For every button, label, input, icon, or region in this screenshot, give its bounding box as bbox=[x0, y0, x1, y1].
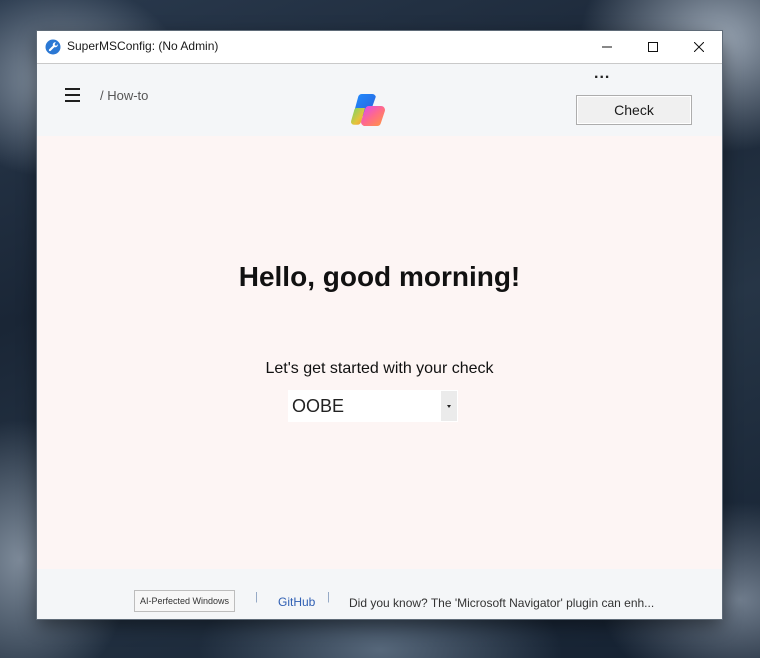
minimize-icon bbox=[602, 46, 612, 48]
header-bar: / How-to ... Check bbox=[37, 64, 722, 136]
check-mode-dropdown[interactable]: OOBE bbox=[288, 390, 458, 422]
window-title: SuperMSConfig: (No Admin) bbox=[67, 39, 219, 53]
footer-separator: | bbox=[327, 591, 330, 603]
copilot-logo-icon bbox=[350, 94, 385, 126]
chevron-down-icon bbox=[447, 405, 451, 408]
main-content: Hello, good morning! Let's get started w… bbox=[37, 136, 722, 569]
footer-bar: AI-Perfected Windows | GitHub | Did you … bbox=[37, 569, 722, 619]
greeting-heading: Hello, good morning! bbox=[238, 261, 521, 292]
app-window: SuperMSConfig: (No Admin) / How-to ... C… bbox=[37, 31, 722, 619]
close-button[interactable] bbox=[676, 31, 722, 63]
maximize-button[interactable] bbox=[630, 31, 676, 63]
wrench-icon bbox=[45, 39, 61, 55]
breadcrumb[interactable]: / How-to bbox=[100, 88, 148, 103]
github-link[interactable]: GitHub bbox=[278, 595, 315, 609]
maximize-icon bbox=[648, 42, 658, 52]
dropdown-selected-value: OOBE bbox=[292, 396, 345, 416]
minimize-button[interactable] bbox=[584, 31, 630, 63]
check-button[interactable]: Check bbox=[576, 95, 692, 125]
did-you-know-tip: Did you know? The 'Microsoft Navigator' … bbox=[349, 596, 655, 610]
hamburger-menu-icon[interactable] bbox=[65, 88, 81, 104]
close-icon bbox=[694, 42, 704, 52]
ai-perfected-badge[interactable]: AI-Perfected Windows bbox=[134, 590, 236, 612]
dropdown-arrow-button[interactable] bbox=[441, 391, 457, 421]
footer-separator: | bbox=[255, 591, 258, 603]
more-options-button[interactable]: ... bbox=[594, 66, 610, 82]
subtitle-text: Let's get started with your check bbox=[265, 360, 494, 377]
title-bar[interactable]: SuperMSConfig: (No Admin) bbox=[37, 31, 722, 64]
